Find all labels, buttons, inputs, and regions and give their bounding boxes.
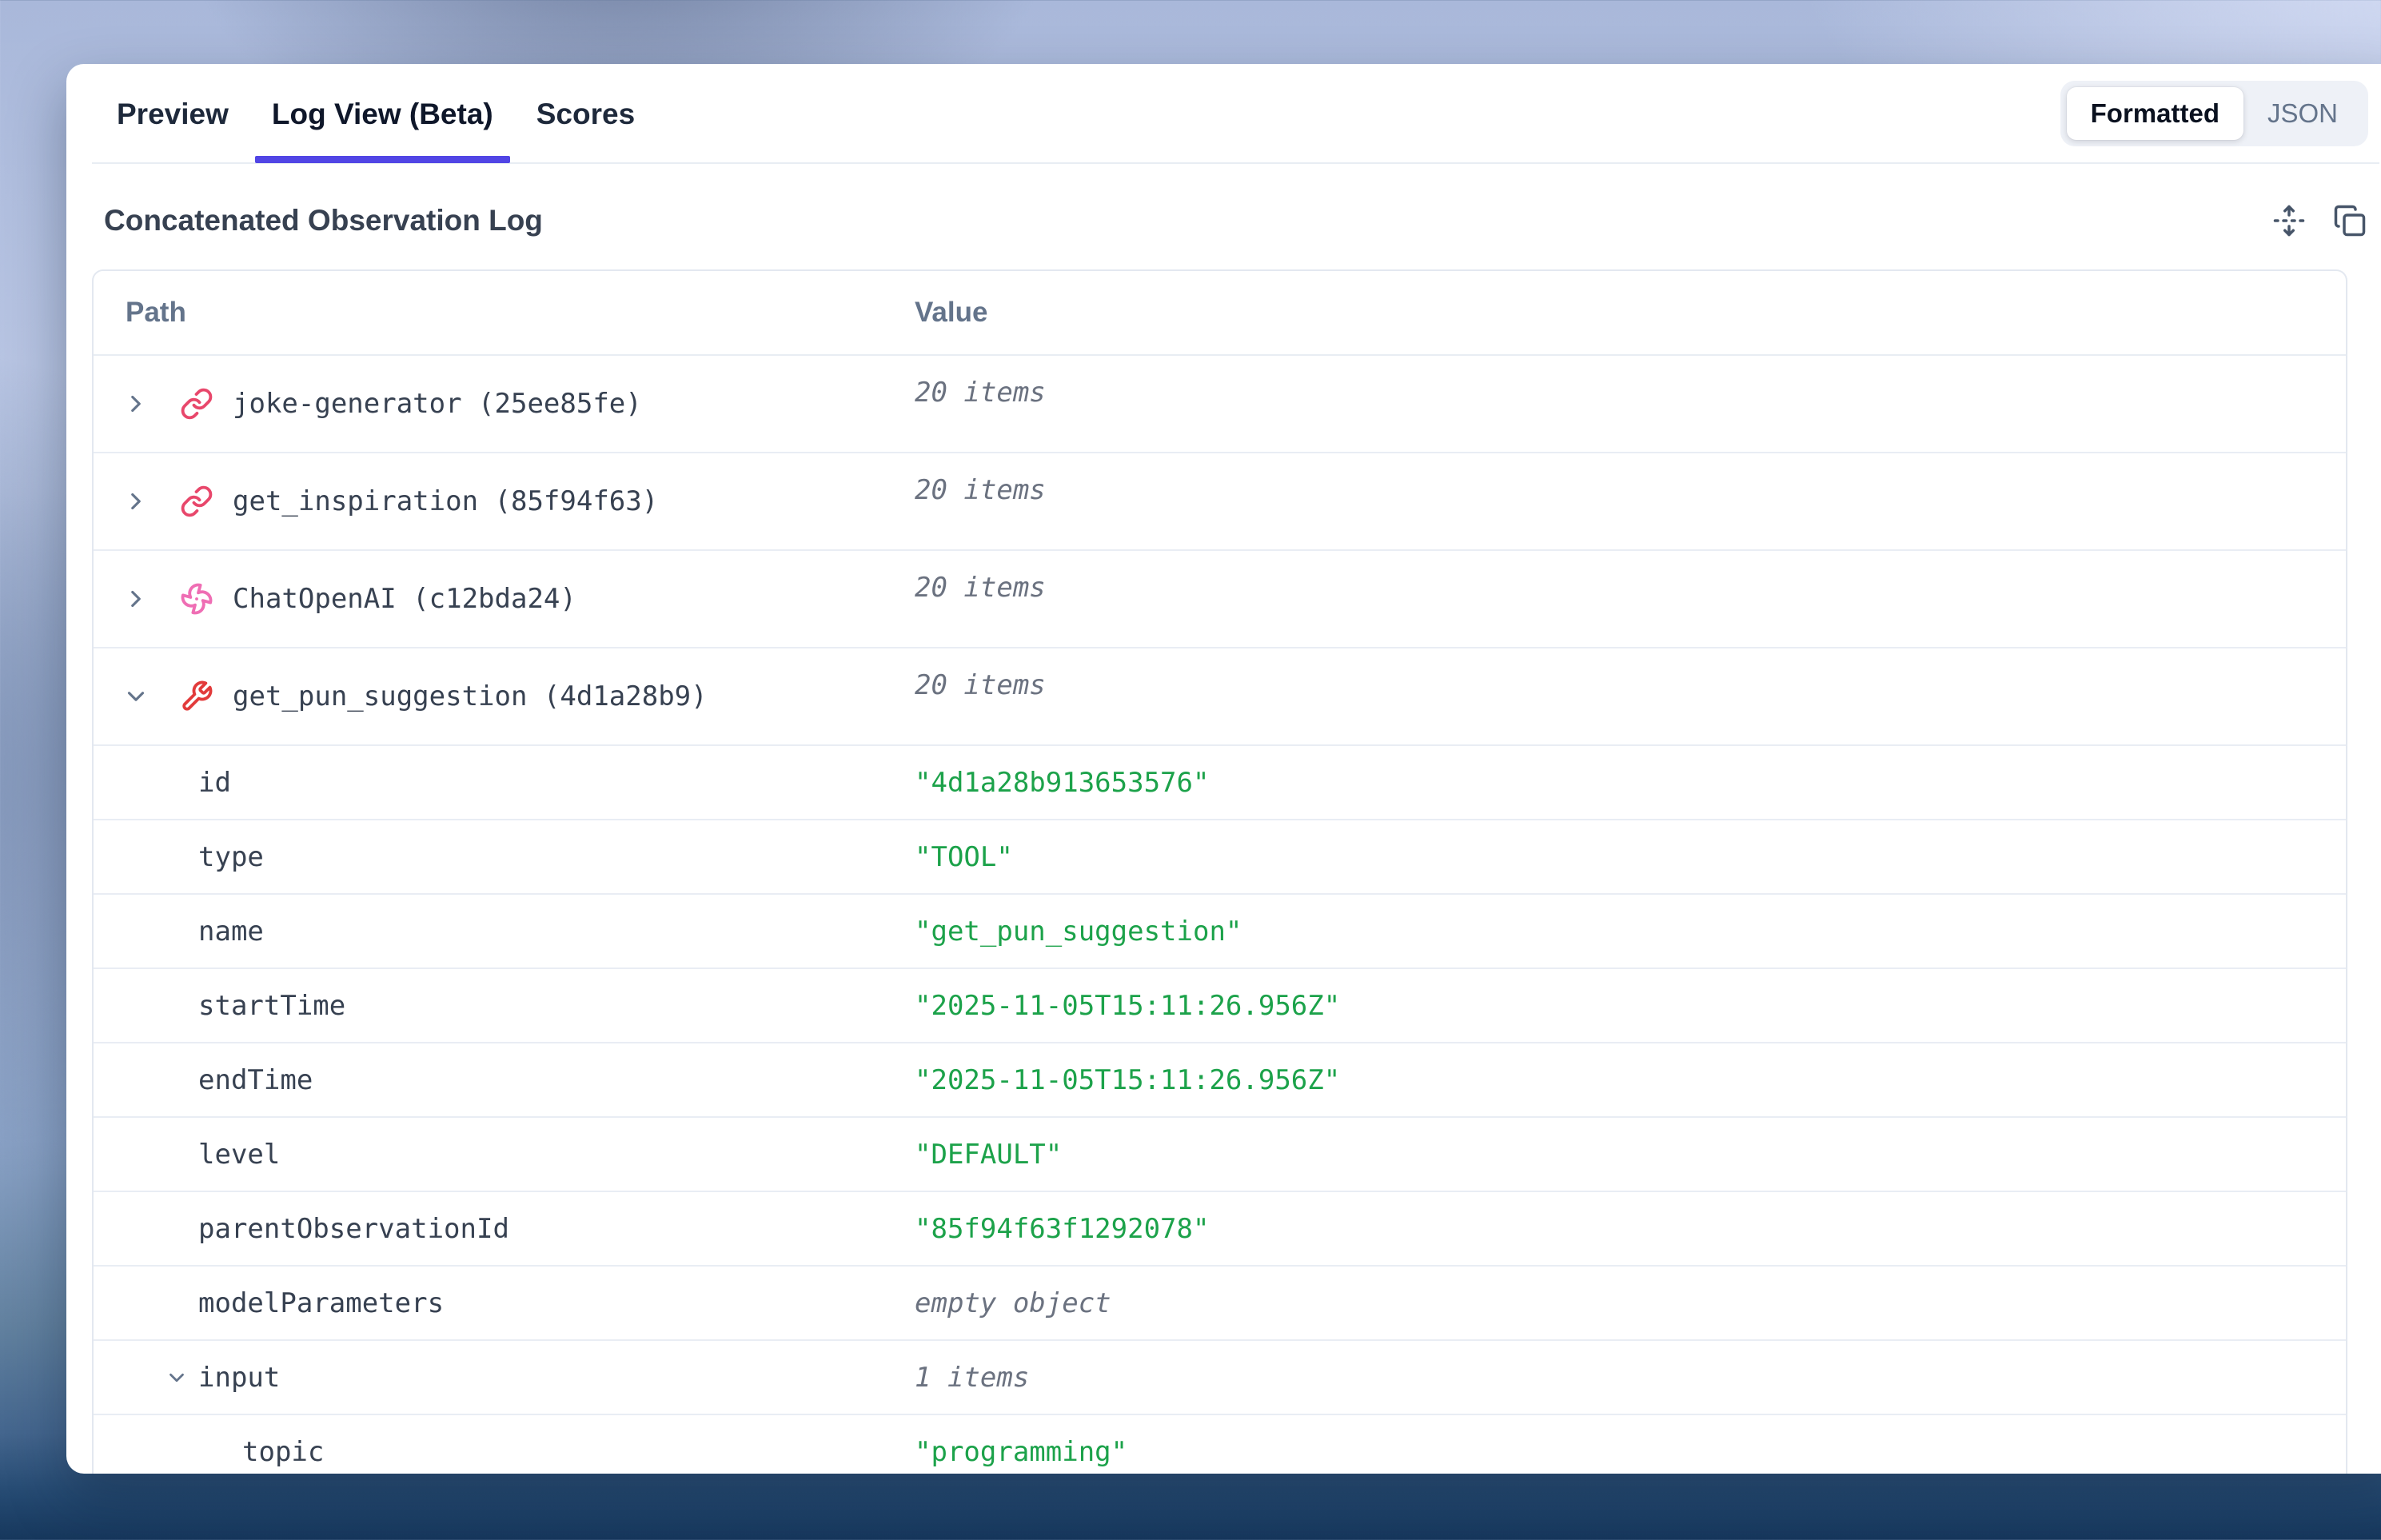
- log-row: endTime "2025-11-05T15:11:26.956Z": [94, 1042, 2346, 1116]
- log-row[interactable]: ChatOpenAI (c12bda24) 20 items: [94, 549, 2346, 647]
- row-label: endTime: [198, 1064, 313, 1096]
- log-row: parentObservationId "85f94f63f1292078": [94, 1191, 2346, 1265]
- table-header-row: Path Value: [94, 271, 2346, 356]
- log-row: id "4d1a28b913653576": [94, 744, 2346, 819]
- tab-scores[interactable]: Scores: [536, 65, 635, 163]
- row-value: "85f94f63f1292078": [915, 1213, 1209, 1245]
- row-value: "TOOL": [915, 841, 1013, 873]
- table-body: joke-generator (25ee85fe)20 itemsget_ins…: [94, 356, 2346, 1474]
- link-icon: [180, 387, 213, 421]
- path-cell: endTime: [94, 1043, 915, 1116]
- path-cell: joke-generator (25ee85fe): [94, 356, 915, 452]
- row-label: id: [198, 767, 231, 799]
- value-cell: "4d1a28b913653576": [915, 746, 2346, 819]
- row-label: level: [198, 1139, 280, 1171]
- section-actions: [2272, 204, 2367, 237]
- row-label: name: [198, 916, 264, 948]
- tab-bar: Preview Log View (Beta) Scores Formatted…: [92, 64, 2379, 164]
- row-value: "programming": [915, 1436, 1127, 1468]
- row-value: 20 items: [915, 572, 1046, 604]
- row-label: topic: [242, 1436, 324, 1468]
- chevron-right-icon: [122, 488, 150, 515]
- path-column-header: Path: [94, 271, 915, 354]
- chevron-right-icon: [122, 390, 150, 417]
- path-cell: topic: [94, 1415, 915, 1474]
- path-cell: ChatOpenAI (c12bda24): [94, 551, 915, 647]
- row-label: get_pun_suggestion (4d1a28b9): [233, 680, 708, 712]
- value-cell: "2025-11-05T15:11:26.956Z": [915, 1043, 2346, 1116]
- value-cell: 1 items: [915, 1341, 2346, 1414]
- path-cell: name: [94, 895, 915, 967]
- path-cell: input: [94, 1341, 915, 1414]
- path-cell: id: [94, 746, 915, 819]
- log-row: level "DEFAULT": [94, 1116, 2346, 1191]
- row-value: "DEFAULT": [915, 1139, 1062, 1171]
- chevron-down-icon: [165, 1366, 189, 1390]
- tab-log-view[interactable]: Log View (Beta): [272, 65, 493, 163]
- log-row[interactable]: get_inspiration (85f94f63) 20 items: [94, 452, 2346, 549]
- chevron-right-icon: [122, 585, 150, 612]
- log-row: topic "programming": [94, 1414, 2346, 1474]
- copy-icon[interactable]: [2333, 204, 2367, 237]
- format-toggle: Formatted JSON: [2060, 81, 2368, 146]
- value-cell: "2025-11-05T15:11:26.956Z": [915, 969, 2346, 1042]
- row-label: parentObservationId: [198, 1213, 509, 1245]
- path-cell: get_inspiration (85f94f63): [94, 453, 915, 549]
- value-cell: 20 items: [915, 356, 2346, 452]
- row-value: 1 items: [915, 1362, 1029, 1394]
- path-cell: get_pun_suggestion (4d1a28b9): [94, 648, 915, 744]
- value-cell: 20 items: [915, 453, 2346, 549]
- details-panel: Preview Log View (Beta) Scores Formatted…: [66, 64, 2381, 1474]
- row-label: modelParameters: [198, 1287, 444, 1319]
- row-value: "2025-11-05T15:11:26.956Z": [915, 990, 1340, 1022]
- page-title: Concatenated Observation Log: [104, 204, 543, 237]
- log-row[interactable]: joke-generator (25ee85fe) 20 items: [94, 356, 2346, 452]
- unfold-vertical-icon[interactable]: [2272, 204, 2306, 237]
- log-row: startTime "2025-11-05T15:11:26.956Z": [94, 967, 2346, 1042]
- value-cell: 20 items: [915, 648, 2346, 744]
- value-column-header: Value: [915, 271, 2346, 354]
- row-value: "4d1a28b913653576": [915, 767, 1209, 799]
- row-value: "get_pun_suggestion": [915, 916, 1242, 948]
- row-value: 20 items: [915, 669, 1046, 701]
- row-value: empty object: [915, 1287, 1111, 1319]
- value-cell: 20 items: [915, 551, 2346, 647]
- path-cell: parentObservationId: [94, 1192, 915, 1265]
- path-cell: type: [94, 820, 915, 893]
- value-cell: empty object: [915, 1267, 2346, 1339]
- row-label: input: [198, 1362, 280, 1394]
- path-cell: level: [94, 1118, 915, 1191]
- fan-icon: [180, 582, 213, 616]
- tab-preview[interactable]: Preview: [117, 65, 229, 163]
- row-label: type: [198, 841, 264, 873]
- log-section-header: Concatenated Observation Log: [92, 164, 2379, 269]
- log-row[interactable]: get_pun_suggestion (4d1a28b9) 20 items: [94, 647, 2346, 744]
- toggle-option-formatted[interactable]: Formatted: [2067, 87, 2243, 140]
- toggle-option-json[interactable]: JSON: [2243, 87, 2362, 140]
- link-icon: [180, 485, 213, 518]
- row-label: ChatOpenAI (c12bda24): [233, 583, 576, 615]
- log-row[interactable]: input 1 items: [94, 1339, 2346, 1414]
- row-value: 20 items: [915, 474, 1046, 506]
- chevron-down-icon: [122, 683, 150, 710]
- row-value: "2025-11-05T15:11:26.956Z": [915, 1064, 1340, 1096]
- log-row: modelParameters empty object: [94, 1265, 2346, 1339]
- row-value: 20 items: [915, 377, 1046, 409]
- value-cell: "85f94f63f1292078": [915, 1192, 2346, 1265]
- value-cell: "get_pun_suggestion": [915, 895, 2346, 967]
- log-row: name "get_pun_suggestion": [94, 893, 2346, 967]
- value-cell: "TOOL": [915, 820, 2346, 893]
- row-label: get_inspiration (85f94f63): [233, 485, 658, 517]
- value-cell: "programming": [915, 1415, 2346, 1474]
- row-label: joke-generator (25ee85fe): [233, 388, 642, 420]
- row-label: startTime: [198, 990, 345, 1022]
- path-cell: startTime: [94, 969, 915, 1042]
- log-row: type "TOOL": [94, 819, 2346, 893]
- observation-log-table: Path Value joke-generator (25ee85fe) 20 i…: [92, 269, 2347, 1474]
- wrench-icon: [180, 680, 213, 713]
- value-cell: "DEFAULT": [915, 1118, 2346, 1191]
- path-cell: modelParameters: [94, 1267, 915, 1339]
